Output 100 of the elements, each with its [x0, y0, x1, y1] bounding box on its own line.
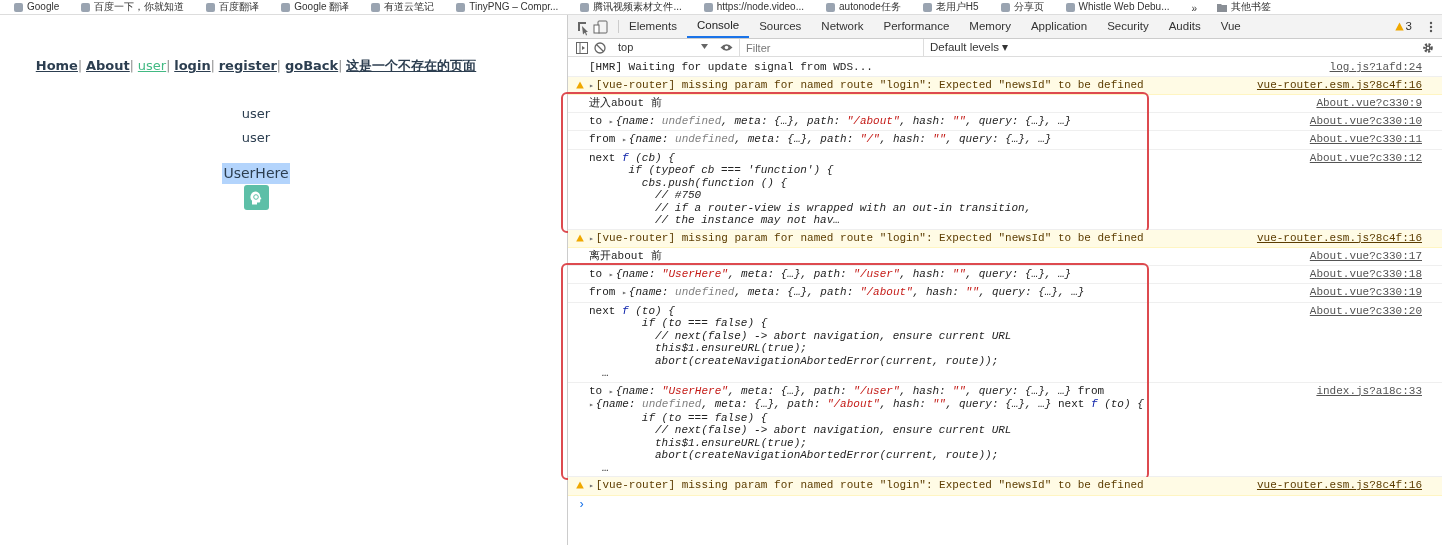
console-message: if (typeof cb === 'function') {: [627, 164, 835, 177]
source-link[interactable]: About.vue?c330:20: [1309, 304, 1422, 380]
separator: |: [338, 59, 343, 73]
source-link[interactable]: log.js?1afd:24: [1329, 61, 1422, 74]
page-heading: UserHere: [222, 163, 290, 184]
warning-icon: [576, 80, 584, 89]
bookmark-link[interactable]: 百度翻译: [219, 0, 260, 14]
source-link[interactable]: About.vue?c330:12: [1309, 151, 1422, 227]
bookmark-favicon-icon: [580, 2, 590, 12]
source-link[interactable]: About.vue?c330:10: [1309, 114, 1422, 128]
bookmark-favicon-icon: [703, 2, 713, 12]
console-message: to ▸ {name: undefined, meta: {…}, path: "/about", hash: "", query: {…}, …}: [589, 114, 1073, 128]
console-message: this$1.ensureURL(true);: [654, 342, 808, 355]
console-message: [HMR] Waiting for update signal from WDS...: [589, 61, 874, 74]
console-message: cbs.push(function () {: [640, 176, 789, 189]
console-message: 进入about 前: [589, 97, 663, 110]
warning-message: ▸ [vue-router] missing param for named route "login": Expected "newsId" to be defined: [589, 78, 1145, 92]
bookmark-favicon-icon: [456, 2, 466, 12]
head-icon: [248, 189, 264, 206]
bookmark-favicon-icon: [1000, 2, 1010, 12]
console-message: …: [601, 461, 610, 474]
warning-message: ▸ [vue-router] missing param for named route "login": Expected "newsId" to be defined: [589, 231, 1145, 245]
filter-field[interactable]: Filter: [739, 39, 924, 56]
console-message: this$1.ensureURL(true);: [654, 436, 808, 449]
console-message: 离开about 前: [589, 250, 663, 263]
nav-link[interactable]: About: [86, 58, 130, 73]
nav-link[interactable]: login: [174, 58, 211, 73]
devtools-tab[interactable]: Elements: [619, 15, 687, 38]
bookmark-favicon-icon: [922, 2, 932, 12]
other-bookmarks[interactable]: 其他书签: [1231, 0, 1272, 14]
bookmark-favicon-icon: [826, 2, 835, 12]
source-link[interactable]: About.vue?c330:9: [1316, 97, 1422, 110]
source-link[interactable]: About.vue?c330:19: [1309, 286, 1422, 300]
bookmark-link[interactable]: 腾讯视频素材文件...: [593, 0, 682, 14]
devtools-tab[interactable]: Security: [1097, 15, 1159, 38]
bookmark-link[interactable]: 有道云笔记: [384, 0, 435, 14]
console-message: // next(false) -> abort navigation, ensure current URL: [654, 329, 1013, 342]
console-message: from ▸ {name: undefined, meta: {…}, path: "/", hash: "", query: {…}, …}: [589, 133, 1053, 147]
bookmark-favicon-icon: [1065, 2, 1075, 12]
console-message: if (to === false) {: [640, 411, 769, 424]
nav-link[interactable]: Home: [35, 58, 78, 73]
bookmark-favicon-icon: [206, 2, 216, 12]
context-select[interactable]: top: [612, 39, 714, 56]
clear-icon[interactable]: [594, 41, 606, 54]
bookmark-link[interactable]: Google 翻译: [294, 0, 350, 14]
folder-icon: [1217, 2, 1228, 12]
source-link[interactable]: vue-router.esm.js?8c4f:16: [1256, 479, 1422, 493]
devtools-tab[interactable]: Network: [811, 15, 874, 38]
console-message: from ▸ {name: undefined, meta: {…}, path: "/about", hash: "", query: {…}, …}: [589, 286, 1086, 300]
devtools-tab[interactable]: Performance: [873, 15, 960, 38]
console-message: to ▸ {name: "UserHere", meta: {…}, path: "/user", hash: "", query: {…}, …}: [589, 267, 1073, 281]
console-message: to ▸ {name: "UserHere", meta: {…}, path: "/user", hash: "", query: {…}, …} from: [589, 384, 1106, 398]
console-message: // if a router-view is wrapped with an out-in transition,: [654, 201, 1033, 214]
more-bookmarks-button[interactable]: »: [1191, 2, 1198, 14]
console-message: next f (cb) {: [589, 151, 676, 164]
bookmark-link[interactable]: TinyPNG – Compr...: [469, 0, 559, 14]
nav-link[interactable]: 这是一个不存在的页面: [346, 58, 477, 73]
dropdown-caret-icon: [701, 44, 708, 50]
bookmark-link[interactable]: 百度一下，你就知道: [94, 0, 185, 14]
warning-count[interactable]: 3: [1394, 15, 1412, 38]
bookmark-favicon-icon: [281, 2, 291, 12]
bookmark-link[interactable]: https://node.video...: [716, 0, 804, 14]
log-levels-dropdown[interactable]: Default levels ▾: [930, 38, 1009, 57]
bookmark-link[interactable]: autonode任务: [839, 0, 901, 14]
devtools-tab[interactable]: Memory: [959, 15, 1021, 38]
devtools-tab[interactable]: Application: [1020, 15, 1098, 38]
bookmark-favicon-icon: [371, 2, 381, 12]
bookmark-link[interactable]: Google: [27, 0, 60, 14]
separator: |: [276, 59, 281, 73]
source-link[interactable]: index.js?a18c:33: [1316, 384, 1422, 474]
eye-icon[interactable]: [720, 43, 733, 52]
devtools-tab[interactable]: Vue: [1210, 15, 1251, 38]
bookmark-link[interactable]: 分享页: [1013, 0, 1044, 14]
nav-link[interactable]: register: [218, 58, 277, 73]
bookmark-favicon-icon: [81, 2, 91, 12]
separator: |: [210, 59, 215, 73]
console-message: // next(false) -> abort navigation, ensure current URL: [654, 424, 1013, 437]
bookmark-link[interactable]: Whistle Web Debu...: [1078, 0, 1170, 14]
warning-message: ▸ [vue-router] missing param for named route "login": Expected "newsId" to be defined: [589, 479, 1145, 493]
source-link[interactable]: About.vue?c330:18: [1309, 267, 1422, 281]
source-link[interactable]: About.vue?c330:11: [1309, 133, 1422, 147]
console-message: next f (to) {: [589, 304, 676, 317]
console-prompt[interactable]: ›: [568, 495, 1442, 514]
bookmark-link[interactable]: 老用户H5: [935, 0, 979, 14]
console-message: …: [601, 367, 610, 380]
source-link[interactable]: vue-router.esm.js?8c4f:16: [1256, 78, 1422, 92]
page-text: user: [241, 130, 271, 145]
source-link[interactable]: About.vue?c330:17: [1309, 250, 1422, 263]
sidebar-toggle-icon[interactable]: [576, 41, 588, 54]
console-message: // #750: [654, 189, 703, 202]
console-message: abort(createNavigationAbortedError(current, route));: [654, 354, 1000, 367]
source-link[interactable]: vue-router.esm.js?8c4f:16: [1256, 231, 1422, 245]
devtools-tab[interactable]: Audits: [1158, 15, 1211, 38]
console-message: if (to === false) {: [640, 317, 769, 330]
page-text: user: [241, 106, 271, 121]
warning-icon: [576, 481, 584, 489]
console-message: abort(createNavigationAbortedError(current, route));: [654, 449, 1000, 462]
settings-icon[interactable]: [1422, 41, 1434, 54]
devtools-tab[interactable]: Sources: [749, 15, 812, 38]
separator: |: [77, 59, 82, 73]
